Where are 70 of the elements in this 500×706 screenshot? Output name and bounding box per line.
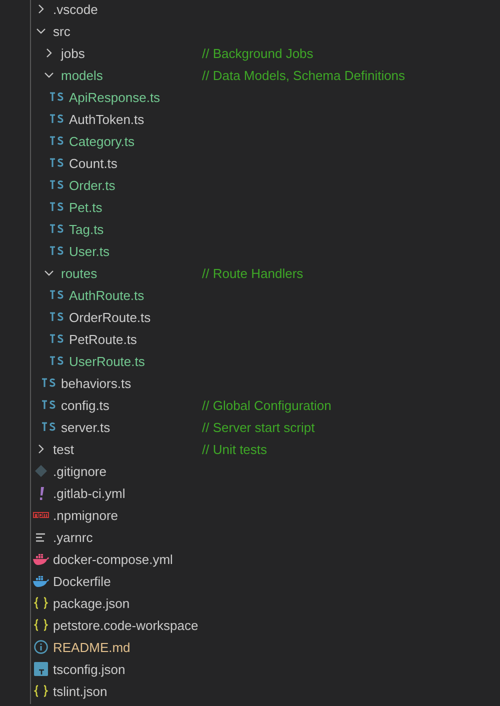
file-name[interactable]: .gitlab-ci.yml [53, 486, 126, 500]
typescript-file-icon [50, 356, 64, 366]
file-name[interactable]: server.ts [61, 420, 110, 434]
chevron-right-icon[interactable] [38, 444, 44, 454]
file-name[interactable]: OrderRoute.ts [69, 310, 151, 324]
typescript-file-icon [50, 246, 64, 256]
typescript-file-icon [50, 290, 64, 300]
file-name[interactable]: tslint.json [53, 684, 108, 698]
file-name[interactable]: AuthRoute.ts [69, 288, 144, 302]
whale-icon [33, 576, 49, 586]
comment: // Data Models, Schema Definitions [202, 68, 406, 82]
typescript-file-icon [50, 202, 64, 212]
file-name[interactable]: User.ts [69, 244, 110, 258]
file-name[interactable]: .gitignore [53, 464, 106, 478]
comment: // Global Configuration [202, 398, 332, 412]
folder-name[interactable]: test [53, 442, 74, 456]
chevron-down-icon[interactable] [36, 28, 46, 34]
folder-name[interactable]: src [53, 24, 70, 38]
file-name[interactable]: Count.ts [69, 156, 118, 170]
typescript-file-icon [50, 158, 64, 168]
typescript-file-icon [50, 180, 64, 190]
info-icon [34, 640, 48, 654]
file-name[interactable]: ApiResponse.ts [69, 90, 160, 104]
file-name[interactable]: README.md [53, 640, 130, 654]
exclamation-icon [38, 486, 44, 500]
folder-name[interactable]: jobs [61, 46, 85, 60]
file-name[interactable]: Dockerfile [53, 574, 111, 588]
folder-name[interactable]: routes [61, 266, 98, 280]
comment: // Unit tests [202, 442, 268, 456]
curly-braces-icon [34, 619, 48, 631]
file-name[interactable]: Tag.ts [69, 222, 104, 236]
file-name[interactable]: docker-compose.yml [53, 552, 173, 566]
typescript-file-icon [50, 114, 64, 124]
typescript-file-icon [42, 400, 56, 410]
file-name[interactable]: Category.ts [69, 134, 135, 148]
npm-logo-icon [33, 512, 49, 518]
comment: // Server start script [202, 420, 315, 434]
file-name[interactable]: Pet.ts [69, 200, 102, 214]
chevron-down-icon[interactable] [44, 270, 54, 276]
typescript-file-icon [50, 92, 64, 102]
file-name[interactable]: .npmignore [53, 508, 118, 522]
comment: // Route Handlers [202, 266, 304, 280]
typescript-file-icon [50, 136, 64, 146]
chevron-right-icon[interactable] [38, 4, 44, 14]
file-name[interactable]: .yarnrc [53, 530, 93, 544]
typescript-file-icon [42, 422, 56, 432]
file-name[interactable]: config.ts [61, 398, 110, 412]
text-lines-icon [36, 532, 46, 542]
curly-braces-icon [34, 685, 48, 697]
typescript-file-icon [42, 378, 56, 388]
comment: // Background Jobs [202, 46, 314, 60]
file-name[interactable]: PetRoute.ts [69, 332, 137, 346]
file-name[interactable]: UserRoute.ts [69, 354, 145, 368]
file-name[interactable]: package.json [53, 596, 130, 610]
curly-braces-icon [34, 597, 48, 609]
folder-name[interactable]: .vscode [53, 2, 98, 16]
file-name[interactable]: Order.ts [69, 178, 116, 192]
file-name[interactable]: AuthToken.ts [69, 112, 144, 126]
typescript-file-icon [50, 312, 64, 322]
typescript-file-icon [50, 224, 64, 234]
file-name[interactable]: behaviors.ts [61, 376, 132, 390]
file-name[interactable]: petstore.code-workspace [53, 618, 198, 632]
typescript-config-icon [34, 662, 48, 676]
folder-name[interactable]: models [61, 68, 103, 82]
chevron-right-icon[interactable] [46, 48, 52, 58]
typescript-file-icon [50, 334, 64, 344]
chevron-down-icon[interactable] [44, 72, 54, 78]
diamond-icon [35, 465, 47, 477]
file-name[interactable]: tsconfig.json [53, 662, 126, 676]
whale-icon [33, 554, 49, 564]
